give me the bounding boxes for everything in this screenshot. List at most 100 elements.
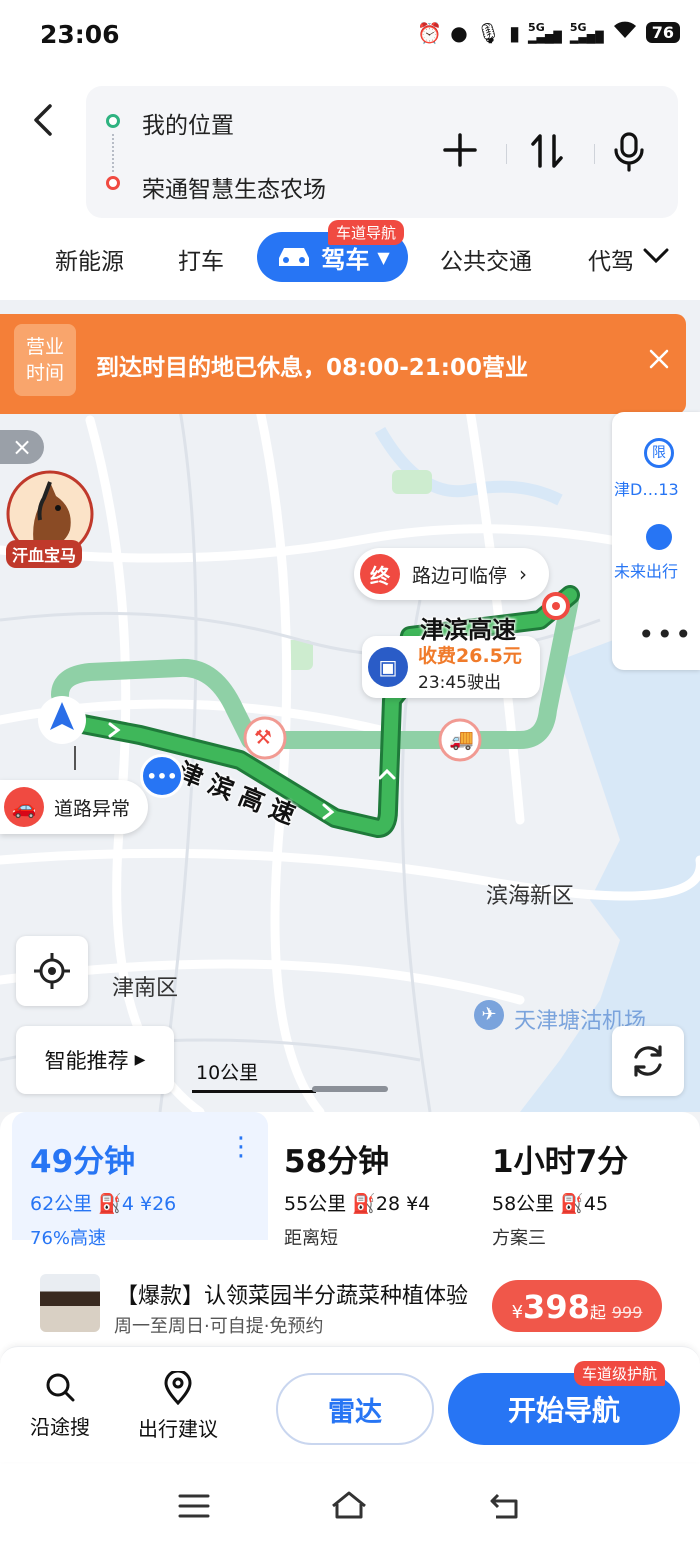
price-original: 999 xyxy=(611,1303,643,1322)
scroll-indicator xyxy=(312,1086,388,1092)
promo-subtitle: 周一至周日·可自提·免预约 xyxy=(114,1316,324,1337)
radar-button[interactable]: 雷达 xyxy=(276,1373,434,1445)
business-hours-banner: 营业 时间 到达时目的地已休息，08:00-21:00营业 xyxy=(0,314,686,414)
promo-ad[interactable]: 【爆款】认领菜园半分蔬菜种植体验 周一至周日·可自提·免预约 ¥ 398 起 9… xyxy=(0,1264,700,1337)
status-icons: ⏰ ● 🎙 ▮ 5G ▂▄▆█ 5G ▂▄▆█ 76 xyxy=(417,20,680,45)
tab-designated-driver[interactable]: 代驾 xyxy=(588,242,632,276)
route-subtitle: 距离短 xyxy=(284,1228,338,1249)
close-icon xyxy=(649,349,669,369)
destination-field[interactable]: 荣通智慧生态农场 xyxy=(142,170,326,204)
route-connector xyxy=(112,134,114,172)
more-options-button[interactable]: ••• xyxy=(638,618,694,651)
wifi-icon xyxy=(612,20,638,45)
horse-avatar-label: 汗血宝马 xyxy=(6,540,83,568)
plus-icon xyxy=(443,133,477,167)
menu-icon[interactable] xyxy=(178,1490,210,1528)
banner-close-button[interactable] xyxy=(648,344,670,377)
restriction-icon: 限 xyxy=(644,438,674,468)
road-incident-callout[interactable]: 🚗 道路异常 xyxy=(0,780,149,834)
mic-status-icon: 🎙 xyxy=(475,20,502,45)
price-currency: ¥ xyxy=(511,1302,524,1323)
hours-tag: 营业 时间 xyxy=(14,324,76,396)
swap-button[interactable] xyxy=(530,132,564,179)
avatar-close-button[interactable]: × xyxy=(0,430,44,464)
refresh-icon xyxy=(634,1045,662,1077)
location-icon: ● xyxy=(450,20,468,45)
route-subtitle: 方案三 xyxy=(492,1228,546,1249)
status-bar: 23:06 ⏰ ● 🎙 ▮ 5G ▂▄▆█ 5G ▂▄▆█ 76 xyxy=(0,0,700,78)
car-icon xyxy=(279,248,310,266)
lane-escort-badge: 车道级护航 xyxy=(574,1361,666,1386)
banner-message: 到达时目的地已休息，08:00-21:00营业 xyxy=(96,355,528,381)
promo-price-button[interactable]: ¥ 398 起 999 xyxy=(492,1280,662,1332)
route-detail: 55公里 ⛽28 ¥4 xyxy=(284,1193,431,1215)
end-badge-icon: 终 xyxy=(360,554,400,594)
route-option-1[interactable]: 49分钟 62公里 ⛽4 ¥26 76%高速 ⋮ xyxy=(12,1112,268,1249)
lane-nav-badge: 车道导航 xyxy=(328,220,405,245)
play-triangle-icon: ▶ xyxy=(134,1052,146,1068)
promo-title: 【爆款】认领菜园半分蔬菜种植体验 xyxy=(116,1284,469,1309)
district-label-binhai: 滨海新区 xyxy=(486,884,575,909)
toll-exit-time: 23:45驶出 xyxy=(418,673,501,693)
smart-recommend-label: 智能推荐 xyxy=(44,1049,129,1073)
promo-thumbnail xyxy=(40,1274,100,1332)
microphone-icon xyxy=(614,132,644,172)
stopwatch-icon xyxy=(646,524,672,550)
map-view[interactable]: ⚒ 🚚 营业 时间 到达时目的地已休息，08:00-21:00营业 限 津D…1… xyxy=(0,300,700,1112)
travel-advice-label: 出行建议 xyxy=(138,1417,218,1441)
back-nav-icon[interactable] xyxy=(488,1490,522,1528)
chat-bubble-icon[interactable]: ••• xyxy=(140,754,184,798)
tab-new-energy[interactable]: 新能源 xyxy=(55,242,124,276)
refresh-route-button[interactable] xyxy=(612,1026,684,1096)
map-scale-label: 10公里 xyxy=(196,1062,259,1084)
origin-field[interactable]: 我的位置 xyxy=(142,106,234,140)
route-header: 我的位置 荣通智慧生态农场 新能源 打车 驾车 ▼ 车道导航 公共交通 代驾 xyxy=(0,78,700,300)
route-more-icon[interactable]: ⋮ xyxy=(228,1134,254,1160)
add-waypoint-button[interactable] xyxy=(442,132,478,177)
map-scale-bar xyxy=(192,1090,316,1093)
smart-recommend-button[interactable]: 智能推荐 ▶ xyxy=(16,1026,174,1094)
alarm-icon: ⏰ xyxy=(417,20,443,45)
incident-text: 道路异常 xyxy=(54,797,131,820)
route-option-3[interactable]: 1小时7分 58公里 ⛽45 方案三 xyxy=(492,1112,692,1249)
chevron-down-icon: ▼ xyxy=(377,247,390,267)
toll-fee: 收费26.5元 xyxy=(418,645,522,667)
truck-icon: 🚚 xyxy=(449,727,474,751)
route-time: 1小时7分 xyxy=(492,1144,629,1180)
travel-advice-button[interactable]: 出行建议 xyxy=(138,1371,218,1442)
destination-callout-text: 路边可临停 xyxy=(412,564,508,587)
destination-callout[interactable]: 终 路边可临停 › xyxy=(354,548,550,600)
airport-icon: ✈ xyxy=(474,1000,504,1030)
more-tabs-button[interactable] xyxy=(642,238,670,273)
voice-button[interactable] xyxy=(612,132,646,181)
price-value: 398 xyxy=(523,1288,590,1326)
route-detail: 58公里 ⛽45 xyxy=(492,1193,609,1215)
home-icon[interactable] xyxy=(330,1490,368,1528)
toll-info: 收费26.5元 23:45驶出 xyxy=(418,641,522,693)
search-icon xyxy=(46,1373,75,1402)
chevron-down-icon xyxy=(643,248,669,264)
hours-tag-line1: 营业 xyxy=(25,336,64,358)
future-travel-button[interactable]: 未来出行 xyxy=(614,558,678,582)
location-pin-icon xyxy=(164,1371,192,1405)
system-nav-bar xyxy=(0,1470,700,1555)
toll-station-icon: ▣ xyxy=(368,647,408,687)
search-along-button[interactable]: 沿途搜 xyxy=(30,1371,90,1440)
chevron-right-icon: › xyxy=(519,562,528,586)
back-arrow-icon xyxy=(34,104,52,136)
back-button[interactable] xyxy=(30,102,54,145)
map-canvas xyxy=(0,405,700,1112)
tab-taxi[interactable]: 打车 xyxy=(178,242,224,276)
crosshair-icon xyxy=(34,953,70,989)
transport-tabs: 新能源 打车 驾车 ▼ 车道导航 公共交通 代驾 xyxy=(0,220,700,290)
plate-restriction-button[interactable]: 津D…13 xyxy=(614,476,679,500)
vibrate-icon: ▮ xyxy=(509,20,521,45)
route-option-2[interactable]: 58分钟 55公里 ⛽28 ¥4 距离短 xyxy=(284,1112,480,1249)
divider xyxy=(594,144,595,164)
divider xyxy=(506,144,507,164)
tab-public-transit[interactable]: 公共交通 xyxy=(440,242,532,276)
locate-me-button[interactable] xyxy=(16,936,88,1006)
district-label-jinnan: 津南区 xyxy=(112,976,179,1001)
toll-callout[interactable]: ▣ 收费26.5元 23:45驶出 xyxy=(362,636,540,698)
route-detail: 62公里 ⛽4 ¥26 xyxy=(30,1193,177,1215)
